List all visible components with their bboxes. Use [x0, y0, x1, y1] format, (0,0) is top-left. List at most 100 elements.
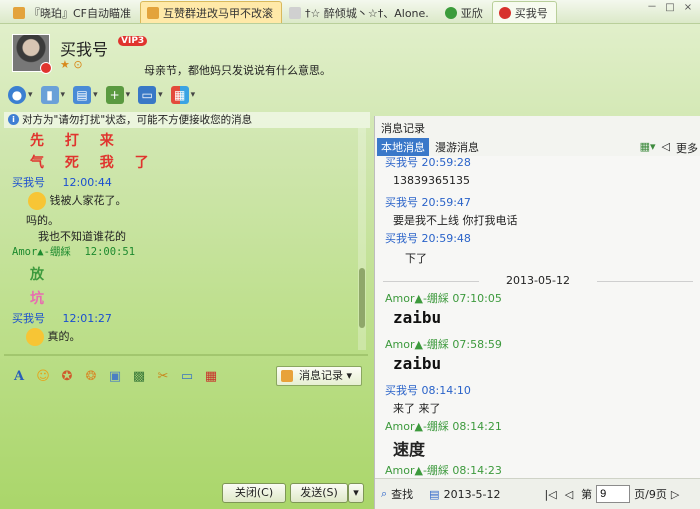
- image-icon[interactable]: ▩: [130, 368, 148, 386]
- tab-yaxin[interactable]: 亚欣: [438, 1, 492, 23]
- apps-grid-icon: ▦: [170, 86, 189, 104]
- history-list[interactable]: 买我号 20:59:28 13839365135 买我号 20:59:47 要是…: [375, 156, 700, 478]
- date-picker[interactable]: 2013-5-12: [444, 488, 501, 501]
- tab-maiwohao[interactable]: 买我号: [491, 1, 557, 23]
- colored-message: 放: [30, 267, 52, 283]
- tab-huzan[interactable]: 互赞群进改马甲不改滚: [140, 1, 283, 23]
- history-sender: Amor▲-绷綵 08:14:23: [385, 464, 502, 477]
- contact-name[interactable]: 买我号: [60, 36, 108, 60]
- webcam-icon: ●: [8, 86, 26, 104]
- tab-label: †☆ 醉倾城丶☆†、Alone.: [305, 6, 429, 20]
- display-mode-icon[interactable]: ▦▾: [640, 140, 656, 156]
- tab-label: 互赞群进改马甲不改滚: [163, 6, 274, 20]
- tab-bar: 『晓珀』CF自动瞄准 互赞群进改马甲不改滚 †☆ 醉倾城丶☆†、Alone. 亚…: [0, 0, 700, 24]
- file-transfer-tool[interactable]: ▤ ▾: [73, 86, 98, 104]
- tab-xiaopo[interactable]: 『晓珀』CF自动瞄准: [6, 1, 140, 23]
- history-message: zaibu: [393, 354, 442, 373]
- info-icon: i: [8, 114, 19, 125]
- page-number-input[interactable]: [596, 485, 631, 503]
- emoji-icon: [26, 328, 44, 346]
- display-icon[interactable]: ▭: [178, 368, 196, 386]
- history-sender: 买我号 20:59:47: [385, 196, 471, 209]
- message-header: Amor▲-绷綵 12:00:51: [12, 244, 135, 259]
- emoji-picker-icon[interactable]: ☺: [34, 368, 52, 386]
- tab-label: 『晓珀』CF自动瞄准: [29, 6, 132, 20]
- maximize-button[interactable]: □: [662, 2, 678, 16]
- contact-signature: 母亲节，都他妈只发说说有什么意思。: [144, 64, 331, 77]
- history-sender: Amor▲-绷綵 08:14:21: [385, 420, 502, 433]
- calendar-icon[interactable]: ▤: [429, 488, 439, 501]
- message-header: 买我号 12:01:27: [12, 310, 112, 326]
- message-record-button[interactable]: 消息记录 ▾: [276, 366, 362, 386]
- chat-toolbar: ● ▾ ▮ ▾ ▤ ▾ + ▾ ▭ ▾ ▦ ▾: [8, 84, 248, 106]
- page-suffix: 页/9页: [634, 488, 667, 501]
- message-input[interactable]: [4, 392, 370, 478]
- prev-page-icon[interactable]: ◁: [565, 488, 573, 501]
- avatar[interactable]: [12, 34, 52, 74]
- search-button[interactable]: 查找: [391, 486, 413, 502]
- history-message: 要是我不上线 你打我电话: [393, 214, 518, 227]
- message-text: 真的。: [26, 328, 81, 346]
- minimize-button[interactable]: －: [644, 2, 660, 16]
- tab-label: 买我号: [514, 6, 548, 20]
- no-disturb-icon: [498, 6, 511, 19]
- history-message: 13839365135: [393, 174, 470, 187]
- close-window-button[interactable]: ×: [680, 2, 696, 16]
- first-page-icon[interactable]: |◁: [545, 488, 557, 501]
- create-group-tool[interactable]: + ▾: [105, 86, 130, 104]
- speaker-icon[interactable]: ◁: [662, 140, 670, 156]
- apps-tool[interactable]: ▦ ▾: [170, 86, 195, 104]
- emoji-icon: [28, 192, 46, 210]
- send-options-button[interactable]: ▾: [348, 483, 364, 503]
- message-time: 12:00:44: [62, 176, 112, 189]
- close-button[interactable]: 关闭(C): [222, 483, 286, 503]
- tab-roaming-messages[interactable]: 漫游消息: [431, 138, 483, 156]
- font-icon[interactable]: A: [10, 368, 28, 386]
- remote-desktop-tool[interactable]: ▭ ▾: [138, 86, 163, 104]
- next-page-icon[interactable]: ▷: [671, 488, 679, 501]
- monitor-icon: ▭: [138, 86, 157, 104]
- message-sender[interactable]: Amor▲-绷綵: [12, 246, 71, 258]
- tab-label: 亚欣: [460, 6, 483, 20]
- scroll-thumb[interactable]: [359, 268, 365, 328]
- history-sender: 买我号 20:59:48: [385, 232, 471, 245]
- history-sender: 买我号 20:59:28: [385, 156, 471, 169]
- more-button[interactable]: 更多: [676, 140, 698, 156]
- page-prefix: 第: [581, 488, 593, 501]
- history-footer: ⌕ 查找 ▤ 2013-5-12 |◁ ◁ 第 页/9页 ▷: [375, 478, 700, 509]
- history-message: zaibu: [393, 308, 442, 327]
- tab-zuiqingcheng[interactable]: †☆ 醉倾城丶☆†、Alone.: [282, 1, 438, 23]
- level-icons: ★ ⊙: [60, 58, 83, 71]
- history-sender: Amor▲-绷綵 07:10:05: [385, 292, 502, 305]
- colored-message: 坑: [30, 291, 52, 307]
- gift-icon[interactable]: ▦: [202, 368, 220, 386]
- message-sender[interactable]: 买我号: [12, 176, 45, 189]
- busy-status-icon: [40, 62, 52, 74]
- chat-scrollbar[interactable]: [358, 128, 366, 350]
- folder-icon: ▤: [73, 86, 92, 104]
- history-sender: 买我号 08:14:10: [385, 384, 471, 397]
- magic-face-icon[interactable]: ✪: [58, 368, 76, 386]
- vip-badge[interactable]: VIP3: [118, 36, 148, 46]
- dnd-info-bar: i 对方为"请勿打扰"状态，可能不方便接收您的消息: [4, 112, 370, 128]
- input-splitter[interactable]: [4, 354, 368, 356]
- history-message: 下了: [405, 252, 427, 265]
- tab-local-messages[interactable]: 本地消息: [377, 138, 429, 156]
- history-title: 消息记录: [381, 122, 425, 135]
- video-call-tool[interactable]: ● ▾: [8, 86, 33, 104]
- chat-bubble-icon: [289, 6, 302, 19]
- shake-icon[interactable]: ❂: [82, 368, 100, 386]
- voice-call-tool[interactable]: ▮ ▾: [40, 86, 65, 104]
- message-record-icon: [281, 370, 293, 382]
- voice-message-icon[interactable]: ▣: [106, 368, 124, 386]
- screenshot-icon[interactable]: ✂: [154, 368, 172, 386]
- send-button[interactable]: 发送(S): [290, 483, 348, 503]
- chat-log[interactable]: 先 打 来 气 死 我 了 买我号 12:00:44 钱被人家花了。 吗的。 我…: [4, 128, 358, 350]
- message-sender[interactable]: 买我号: [12, 312, 45, 325]
- history-message: 来了 来了: [393, 402, 441, 415]
- contact-header: 买我号 VIP3 ★ ⊙ 母亲节，都他妈只发说说有什么意思。: [0, 24, 372, 82]
- search-icon[interactable]: ⌕: [381, 487, 387, 501]
- message-time: 12:00:51: [84, 246, 136, 258]
- window-controls: － □ ×: [644, 2, 696, 16]
- message-header: 买我号 12:00:44: [12, 174, 112, 190]
